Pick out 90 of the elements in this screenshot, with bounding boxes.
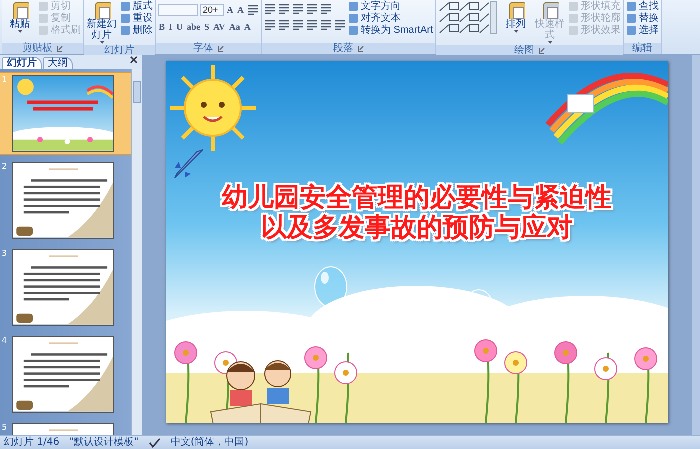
square-icon [120,1,131,12]
square-icon [348,25,359,36]
lines-icon [264,4,276,14]
format-button[interactable]: AV [212,20,226,33]
square-icon [120,13,131,24]
ribbon-button[interactable]: 对齐文本 [348,13,434,24]
font-field[interactable]: 20+ [200,4,224,16]
lines-icon [278,4,290,14]
format-button[interactable]: Aa [228,20,242,33]
group-label: 字体 [194,43,214,54]
ribbon-button[interactable]: 重设 [120,13,153,24]
group-label: 幻灯片 [104,45,134,56]
theme-name: "默认设计模板" [70,436,139,448]
toolbar-button[interactable] [320,3,332,15]
lines-icon [320,20,332,30]
lines-icon [306,4,318,14]
format-button[interactable]: B [158,20,166,33]
slide-counter: 幻灯片 1/46 [4,436,60,448]
square-icon [568,1,580,12]
square-icon [348,1,359,12]
toolbar-button[interactable] [247,4,259,16]
format-button[interactable]: abe [186,20,202,33]
format-button[interactable]: U [176,20,184,33]
group-label: 绘图 [514,45,535,56]
slide-title: 幼儿园安全管理的必要性与紧迫性 [222,183,612,213]
toolbar-button[interactable] [334,19,346,31]
toolbar-button[interactable] [278,3,290,15]
ribbon-button[interactable]: 新建幻灯片 [86,1,118,45]
lines-icon [334,20,346,30]
slide-number: 1 [2,75,8,84]
lines-icon [306,20,318,30]
ribbon-button[interactable]: 查找 [626,1,660,12]
toolbar-button[interactable] [264,3,276,15]
toolbar-button[interactable] [320,19,332,31]
lines-icon [264,20,276,30]
square-icon [626,1,638,12]
slide-number: 2 [2,162,8,171]
slide-number: 4 [2,336,8,345]
ribbon-button[interactable]: 替换 [626,13,660,24]
document-icon [93,1,111,19]
toolbar-button[interactable] [306,3,318,15]
format-button[interactable]: I [168,20,174,33]
format-button[interactable]: A [226,3,234,16]
slide-title: 以及多发事故的预防与应对 [261,213,573,243]
square-icon [568,25,580,36]
toolbar-button[interactable] [292,3,304,15]
ribbon-button[interactable]: 排列 [500,1,532,34]
lines-icon [292,4,304,14]
panel-tab[interactable]: 幻灯片 [2,57,42,69]
document-icon [11,1,29,19]
shapes-gallery [438,1,498,35]
toolbar-button[interactable] [278,19,290,31]
square-icon [626,25,638,36]
ribbon-button[interactable]: 版式 [120,1,153,12]
ribbon-button[interactable]: 文字方向 [348,1,434,12]
toolbar-button[interactable] [264,19,276,31]
square-icon [120,25,131,36]
slide-number: 3 [2,249,8,258]
font-field[interactable] [158,4,198,16]
square-icon [38,25,49,36]
lines-icon [278,20,290,30]
group-label: 编辑 [632,43,653,54]
toolbar-button[interactable] [292,19,304,31]
format-button[interactable]: A [243,20,252,33]
square-icon [38,13,49,24]
scrollbar[interactable] [131,69,142,435]
format-button[interactable]: S [204,20,211,33]
lines-icon [292,20,304,30]
lines-icon [247,4,259,14]
group-label: 段落 [334,43,354,54]
lines-icon [320,4,332,14]
group-label: 剪贴板 [22,43,52,54]
format-button[interactable]: A [236,3,245,16]
check-icon [148,438,161,448]
panel-tab[interactable]: 大纲 [43,57,73,69]
ribbon-button[interactable]: 删除 [120,25,153,36]
square-icon [38,1,49,12]
document-icon [541,1,560,19]
ribbon-button[interactable]: 选择 [626,25,660,36]
square-icon [626,13,638,24]
ribbon-button[interactable]: 转换为 SmartArt [348,25,434,36]
close-icon [130,56,138,64]
language-indicator: 中文(简体，中国) [170,436,249,448]
scrollbar[interactable] [692,55,700,435]
square-icon [348,13,359,24]
slide-number: 5 [2,423,8,432]
ribbon-button[interactable]: 粘贴 [4,1,36,34]
square-icon [568,13,580,24]
document-icon [507,1,526,19]
toolbar-button[interactable] [306,19,318,31]
